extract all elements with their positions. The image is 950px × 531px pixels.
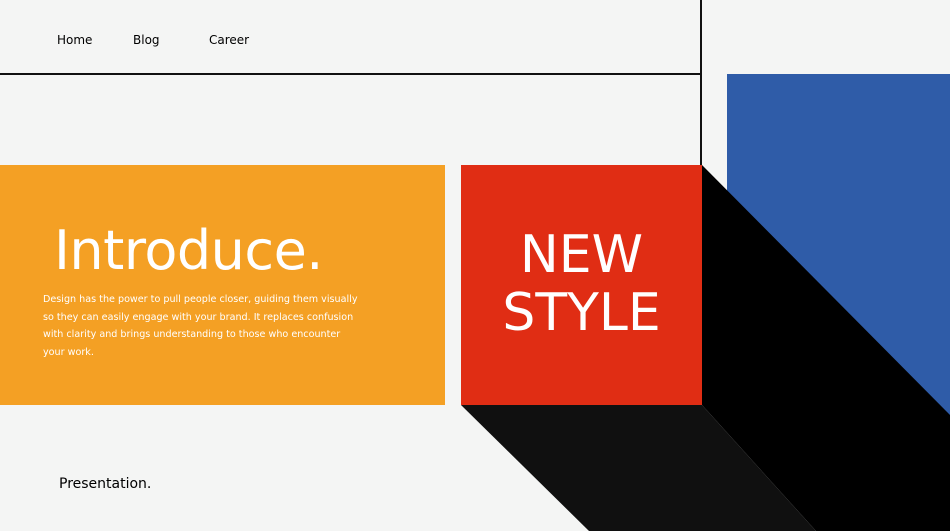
presentation-label: Presentation. [59,476,152,492]
intro-card [0,165,445,405]
headline-text: NEW STYLE [461,226,702,342]
intro-description: Design has the power to pull people clos… [43,294,358,358]
intro-title: Introduce. [54,219,323,282]
headline-line-1: NEW [519,225,644,285]
headline-line-2: STYLE [502,283,661,343]
